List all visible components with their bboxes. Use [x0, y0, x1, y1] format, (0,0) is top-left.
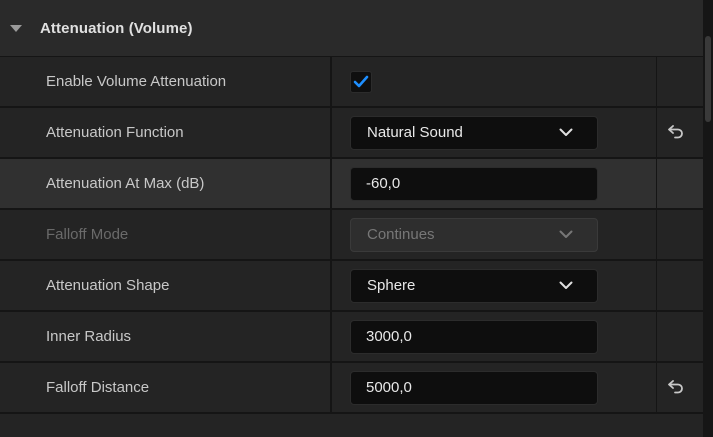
section-title: Attenuation (Volume)	[40, 19, 193, 37]
column-divider	[656, 312, 657, 361]
property-row-enable-volume-attenuation: Enable Volume Attenuation	[0, 57, 703, 108]
column-divider	[656, 57, 657, 106]
property-label: Falloff Distance	[46, 379, 150, 396]
column-divider	[656, 159, 657, 208]
property-row-attenuation-at-max: Attenuation At Max (dB) -60,0	[0, 159, 703, 210]
falloff-mode-dropdown: Continues	[350, 218, 598, 252]
property-label: Falloff Mode	[46, 226, 129, 243]
column-splitter[interactable]	[330, 108, 332, 157]
reset-to-default-icon[interactable]	[667, 379, 685, 395]
column-splitter[interactable]	[330, 312, 332, 361]
inner-radius-input[interactable]: 3000,0	[350, 320, 598, 354]
expand-caret-icon[interactable]	[10, 24, 22, 32]
property-row-falloff-mode: Falloff Mode Continues	[0, 210, 703, 261]
reset-to-default-icon[interactable]	[667, 124, 685, 140]
property-label: Attenuation Shape	[46, 277, 170, 294]
property-label: Enable Volume Attenuation	[46, 73, 227, 90]
column-divider	[656, 261, 657, 310]
section-header-attenuation-volume[interactable]: Attenuation (Volume)	[0, 0, 703, 57]
column-divider	[656, 363, 657, 412]
column-divider	[656, 210, 657, 259]
column-splitter[interactable]	[330, 57, 332, 106]
input-value: -60,0	[366, 175, 401, 192]
property-row-inner-radius: Inner Radius 3000,0	[0, 312, 703, 363]
column-splitter[interactable]	[330, 159, 332, 208]
attenuation-at-max-input[interactable]: -60,0	[350, 167, 598, 201]
property-row-partial	[0, 414, 703, 437]
input-value: 3000,0	[366, 328, 412, 345]
attenuation-shape-dropdown[interactable]: Sphere	[350, 269, 598, 303]
property-row-attenuation-function: Attenuation Function Natural Sound	[0, 108, 703, 159]
dropdown-value: Continues	[367, 226, 435, 243]
property-row-falloff-distance: Falloff Distance 5000,0	[0, 363, 703, 414]
chevron-down-icon	[559, 128, 573, 136]
scrollbar-thumb[interactable]	[705, 36, 711, 122]
property-label: Attenuation At Max (dB)	[46, 175, 205, 192]
column-divider	[656, 108, 657, 157]
input-value: 5000,0	[366, 379, 412, 396]
chevron-down-icon	[559, 281, 573, 289]
column-splitter[interactable]	[330, 210, 332, 259]
property-row-attenuation-shape: Attenuation Shape Sphere	[0, 261, 703, 312]
property-label: Attenuation Function	[46, 124, 184, 141]
checkmark-icon	[353, 75, 369, 88]
enable-volume-attenuation-checkbox[interactable]	[350, 71, 372, 93]
property-label: Inner Radius	[46, 328, 132, 345]
dropdown-value: Sphere	[367, 277, 416, 294]
falloff-distance-input[interactable]: 5000,0	[350, 371, 598, 405]
column-splitter[interactable]	[330, 363, 332, 412]
dropdown-value: Natural Sound	[367, 124, 463, 141]
vertical-scrollbar[interactable]	[703, 0, 713, 437]
column-splitter[interactable]	[330, 261, 332, 310]
attenuation-function-dropdown[interactable]: Natural Sound	[350, 116, 598, 150]
details-panel: Attenuation (Volume) Enable Volume Atten…	[0, 0, 713, 437]
chevron-down-icon	[559, 230, 573, 238]
